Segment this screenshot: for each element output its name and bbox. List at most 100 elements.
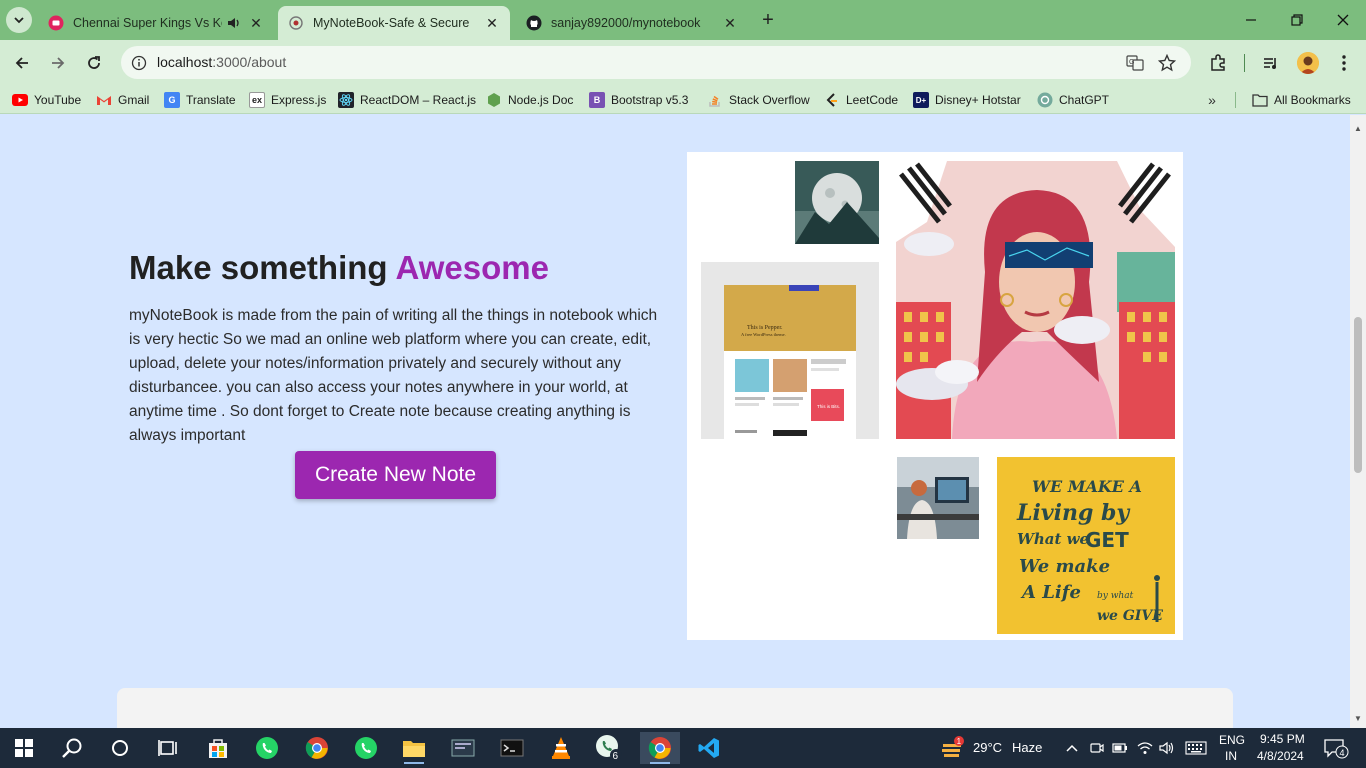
- bookmark-label: ChatGPT: [1059, 93, 1110, 107]
- bookmark-gmail[interactable]: Gmail: [96, 91, 149, 109]
- leetcode-icon: [824, 92, 840, 108]
- extensions-icon[interactable]: [1206, 51, 1230, 75]
- clock-time[interactable]: 9:45 PM: [1260, 732, 1305, 746]
- close-tab-icon[interactable]: ✕: [722, 15, 738, 31]
- all-bookmarks-button[interactable]: All Bookmarks: [1252, 91, 1351, 109]
- scroll-down-icon[interactable]: ▼: [1353, 713, 1363, 723]
- volume-icon[interactable]: [1157, 732, 1177, 764]
- tab-github[interactable]: sanjay892000/mynotebook ✕: [516, 6, 748, 40]
- microsoft-store-icon[interactable]: [198, 732, 238, 764]
- page-scrollbar[interactable]: ▲ ▼: [1350, 115, 1366, 728]
- close-tab-icon[interactable]: ✕: [484, 15, 500, 31]
- chevron-up-icon[interactable]: [1062, 732, 1082, 764]
- chrome-menu-icon[interactable]: [1332, 51, 1356, 75]
- tab-mynotebook[interactable]: MyNoteBook-Safe & Secure ✕: [278, 6, 510, 40]
- bookmark-label: Gmail: [118, 93, 150, 107]
- bookmark-star-icon[interactable]: [1157, 53, 1177, 73]
- wifi-icon[interactable]: [1135, 732, 1155, 764]
- search-icon[interactable]: [52, 732, 92, 764]
- address-bar[interactable]: localhost:3000/about G: [121, 46, 1191, 79]
- clock-date[interactable]: 4/8/2024: [1257, 749, 1304, 763]
- tab-search-button[interactable]: [6, 7, 32, 33]
- bookmark-youtube[interactable]: YouTube: [12, 91, 81, 109]
- language-bottom[interactable]: IN: [1225, 749, 1237, 763]
- back-button[interactable]: [8, 49, 36, 77]
- poster-line: by what: [1097, 591, 1134, 601]
- forward-button[interactable]: [44, 49, 72, 77]
- bookmark-reactdom[interactable]: ReactDOM – React.js: [338, 91, 476, 109]
- vscode-icon[interactable]: [689, 732, 729, 764]
- github-icon: [526, 15, 542, 31]
- media-control-icon[interactable]: [1259, 51, 1283, 75]
- meet-now-icon[interactable]: [1087, 732, 1107, 764]
- scroll-up-icon[interactable]: ▲: [1353, 123, 1363, 133]
- youtube-live-icon: [48, 15, 64, 31]
- language-top[interactable]: ENG: [1219, 733, 1245, 747]
- poster-line: we GIVE: [1097, 608, 1163, 624]
- tab-title: MyNoteBook-Safe & Secure: [313, 16, 470, 30]
- site-info-icon[interactable]: [123, 46, 155, 79]
- whatsapp-web-icon[interactable]: 6: [590, 732, 630, 764]
- svg-text:G: G: [1129, 59, 1134, 66]
- bookmark-hotstar[interactable]: D+ Disney+ Hotstar: [913, 91, 1021, 109]
- bookmark-chatgpt[interactable]: ChatGPT: [1037, 91, 1109, 109]
- new-tab-button[interactable]: +: [756, 8, 780, 32]
- profile-avatar[interactable]: [1297, 52, 1319, 74]
- hotstar-icon: D+: [913, 92, 929, 108]
- notification-center-icon[interactable]: 4: [1318, 732, 1354, 764]
- close-window-icon[interactable]: [1320, 0, 1366, 40]
- bookmarks-bar: YouTube Gmail G Translate ex Express.js …: [0, 86, 1366, 114]
- close-tab-icon[interactable]: ✕: [248, 15, 264, 31]
- headline-main: Make something: [129, 249, 396, 286]
- chevron-double-right-icon[interactable]: »: [1203, 91, 1221, 109]
- cortana-icon[interactable]: [100, 732, 140, 764]
- weather-temp[interactable]: 29°C: [973, 740, 1002, 755]
- bootstrap-icon: B: [589, 92, 605, 108]
- bookmark-bootstrap[interactable]: B Bootstrap v5.3: [589, 91, 688, 109]
- chrome-profile-icon[interactable]: [297, 732, 337, 764]
- bookmark-express[interactable]: ex Express.js: [249, 91, 326, 109]
- next-section-card: [117, 688, 1233, 728]
- weather-desc[interactable]: Haze: [1012, 740, 1042, 755]
- restore-icon[interactable]: [1274, 0, 1320, 40]
- reload-icon: [88, 56, 100, 69]
- reload-button[interactable]: [80, 49, 108, 77]
- weather-icon[interactable]: 1: [936, 732, 968, 764]
- task-view-icon[interactable]: [148, 732, 188, 764]
- whatsapp-icon[interactable]: [247, 732, 287, 764]
- tab-cricket[interactable]: Chennai Super Kings Vs Kolkata ✕: [38, 6, 274, 40]
- create-new-note-button[interactable]: Create New Note: [295, 451, 496, 499]
- mockup-title: This is Pepper.: [747, 325, 783, 331]
- stackoverflow-icon: [707, 92, 723, 108]
- bookmark-leetcode[interactable]: LeetCode: [824, 91, 898, 109]
- poster-line: GET: [1085, 528, 1129, 552]
- keyboard-icon[interactable]: [1182, 732, 1210, 764]
- vlc-icon[interactable]: [541, 732, 581, 764]
- browser-toolbar: localhost:3000/about G: [0, 40, 1366, 86]
- page-description: myNoteBook is made from the pain of writ…: [129, 307, 658, 444]
- whatsapp-business-icon[interactable]: [346, 732, 386, 764]
- we-make-a-living-poster: WE MAKE A Living by What we GET We make …: [997, 457, 1175, 634]
- file-explorer-icon[interactable]: [394, 732, 434, 764]
- audio-playing-icon[interactable]: [226, 15, 242, 31]
- scrollbar-thumb[interactable]: [1354, 317, 1362, 473]
- terminal-icon[interactable]: [492, 732, 532, 764]
- bookmark-translate[interactable]: G Translate: [164, 91, 236, 109]
- bookmark-label: YouTube: [34, 93, 82, 107]
- chrome-icon[interactable]: [640, 732, 680, 764]
- windows-start-icon[interactable]: [4, 732, 44, 764]
- mysql-workbench-icon[interactable]: [443, 732, 483, 764]
- bookmark-label: ReactDOM – React.js: [360, 93, 477, 107]
- gmail-icon: [96, 92, 112, 108]
- chatgpt-icon: [1037, 92, 1053, 108]
- bookmark-nodejs[interactable]: Node.js Doc: [486, 91, 573, 109]
- whatsapp-badge: 6: [613, 751, 619, 762]
- battery-icon[interactable]: [1110, 732, 1130, 764]
- translate-page-icon[interactable]: G: [1125, 53, 1145, 73]
- react-icon: [338, 92, 354, 108]
- arrow-left-icon: [15, 57, 28, 69]
- minimize-icon[interactable]: [1228, 0, 1274, 40]
- windows-taskbar: 6 1 29°C Haze ENG IN 9:45 PM 4/8/2024 4: [0, 728, 1366, 768]
- bookmark-stackoverflow[interactable]: Stack Overflow: [707, 91, 810, 109]
- url-host: localhost: [157, 53, 213, 70]
